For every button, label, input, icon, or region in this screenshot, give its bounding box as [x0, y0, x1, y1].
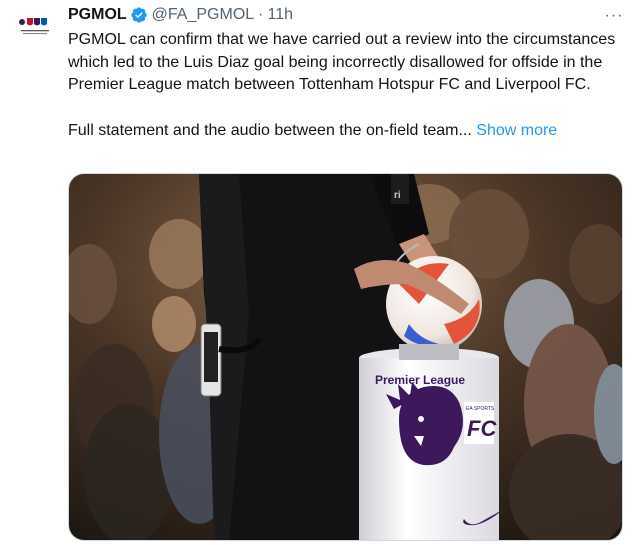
- tweet-text: PGMOL can confirm that we have carried o…: [68, 29, 628, 142]
- tweet-text-main: PGMOL can confirm that we have carried o…: [68, 31, 616, 93]
- show-more-link[interactable]: Show more: [476, 122, 557, 139]
- author-handle[interactable]: @FA_PGMOL: [152, 5, 255, 25]
- svg-text:EA SPORTS: EA SPORTS: [466, 406, 495, 412]
- tweet[interactable]: PGMOL @FA_PGMOL · 11h ··· PGMOL can conf…: [0, 0, 640, 545]
- author-name[interactable]: PGMOL: [68, 5, 127, 25]
- tweet-time[interactable]: 11h: [268, 5, 294, 25]
- more-options-icon[interactable]: ···: [602, 6, 626, 26]
- avatar[interactable]: [14, 6, 56, 48]
- tweet-photo[interactable]: ri Premier League EA SPORTS FC: [68, 173, 623, 541]
- pgmol-logo-icon: [14, 6, 56, 48]
- ea-sports-fc-badge: EA SPORTS FC: [464, 402, 497, 444]
- photo-scene: ri Premier League EA SPORTS FC: [69, 174, 622, 540]
- tweet-text-summary: Full statement and the audio between the…: [68, 120, 628, 143]
- verified-badge-icon: [130, 7, 147, 23]
- separator-dot: ·: [258, 6, 264, 23]
- tweet-summary-text: Full statement and the audio between the…: [68, 121, 472, 139]
- svg-text:ri: ri: [394, 190, 401, 201]
- premier-league-podium: Premier League EA SPORTS FC: [359, 344, 504, 540]
- podium-label: Premier League: [375, 373, 465, 387]
- tweet-header: PGMOL @FA_PGMOL · 11h: [68, 5, 293, 25]
- svg-text:FC: FC: [467, 416, 497, 441]
